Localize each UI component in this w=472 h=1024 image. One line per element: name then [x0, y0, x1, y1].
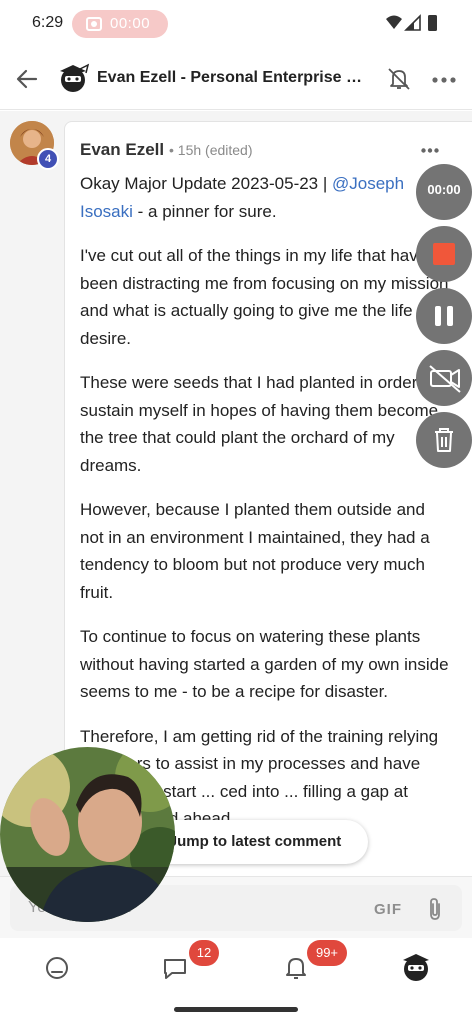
- ninja-avatar-icon[interactable]: [56, 61, 90, 95]
- gif-button[interactable]: GIF: [374, 901, 402, 918]
- post-paragraph: To continue to focus on watering these p…: [80, 627, 449, 701]
- stop-icon: [433, 243, 455, 265]
- bell-off-icon[interactable]: [386, 66, 412, 92]
- camera-switch-icon: [429, 365, 461, 393]
- recording-time: 00:00: [110, 15, 151, 32]
- screen-recording-pill[interactable]: 00:00: [72, 10, 168, 38]
- system-status-icons: [386, 14, 437, 31]
- post-paragraph: Okay Major Update 2023-05-23 | @Joseph I…: [80, 174, 405, 221]
- post-author[interactable]: Evan Ezell: [80, 140, 164, 160]
- home-icon[interactable]: [43, 954, 71, 982]
- post-more-icon[interactable]: [421, 148, 439, 153]
- battery-icon: [428, 15, 437, 31]
- wifi-icon: [386, 15, 402, 29]
- status-bar: 6:29 00:00: [0, 0, 472, 46]
- post-paragraph: However, because I planted them outside …: [80, 500, 430, 602]
- status-time: 6:29: [32, 14, 64, 31]
- recording-timer-label: 00:00: [427, 182, 461, 197]
- pause-icon: [435, 306, 453, 326]
- recording-timer: 00:00: [416, 164, 472, 220]
- gesture-bar[interactable]: [174, 1007, 298, 1012]
- screen-record-icon: [86, 17, 102, 31]
- post-body: Okay Major Update 2023-05-23 | @Joseph I…: [80, 170, 450, 850]
- back-arrow-icon[interactable]: [14, 66, 40, 92]
- bell-icon[interactable]: [282, 954, 310, 982]
- stop-recording-button[interactable]: [416, 226, 472, 282]
- post-paragraph: I've cut out all of the things in my lif…: [80, 246, 449, 348]
- page-title: Evan Ezell - Personal Enterprise Sol...: [97, 69, 369, 86]
- trash-icon: [435, 428, 453, 452]
- level-badge: 4: [37, 148, 59, 170]
- jump-to-latest-button[interactable]: Jump to latest comment: [150, 820, 368, 864]
- profile-avatar-icon[interactable]: [399, 950, 433, 984]
- more-horizontal-icon[interactable]: [432, 77, 456, 83]
- camera-preview-bubble[interactable]: [0, 747, 175, 922]
- paperclip-icon[interactable]: [424, 896, 446, 922]
- post-meta: • 15h (edited): [169, 142, 253, 158]
- app-header: Evan Ezell - Personal Enterprise Sol...: [0, 46, 472, 110]
- chat-badge: 12: [189, 940, 219, 966]
- pause-recording-button[interactable]: [416, 288, 472, 344]
- camera-toggle-button[interactable]: [416, 350, 472, 406]
- chat-icon[interactable]: [161, 954, 189, 982]
- post-paragraph: These were seeds that I had planted in o…: [80, 373, 439, 475]
- notifications-badge: 99+: [307, 940, 347, 966]
- delete-recording-button[interactable]: [416, 412, 472, 468]
- jump-to-latest-label: Jump to latest comment: [168, 833, 342, 850]
